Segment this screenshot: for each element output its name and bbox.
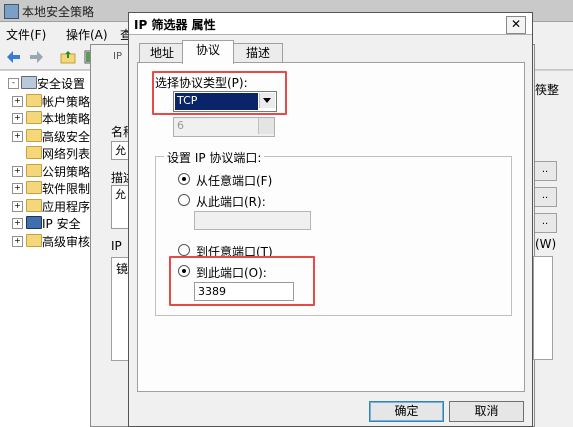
cancel-button[interactable]: 取消 xyxy=(449,401,524,422)
port-settings-group: 设置 IP 协议端口: 从任意端口(F) 从此端口(R): 到任意端口(T) 到… xyxy=(155,149,512,316)
folder-icon xyxy=(26,128,42,142)
ip-filter-properties-dialog: IP 筛选器 属性 ✕ 地址 协议 描述 选择协议类型(P): TCP 6 设置… xyxy=(128,12,533,427)
tree-item-label: 帐户策略 xyxy=(42,94,91,109)
tab-address[interactable]: 地址 xyxy=(139,43,185,63)
up-folder-icon[interactable] xyxy=(60,49,76,65)
expand-icon[interactable]: + xyxy=(12,165,23,177)
stepper-down-icon[interactable] xyxy=(259,126,274,134)
highlight-protocol-type xyxy=(152,71,287,115)
mmc-title: 本地安全策略 xyxy=(22,5,95,19)
tree-item-label: 网络列表 xyxy=(42,147,91,161)
menu-action[interactable]: 操作(A) xyxy=(66,26,108,43)
folder-icon xyxy=(26,198,42,212)
folder-icon xyxy=(26,93,42,107)
folder-icon xyxy=(21,76,37,89)
from-any-port-label: 从任意端口(F) xyxy=(196,174,273,188)
tree-item-label: 软件限制 xyxy=(42,182,91,196)
folder-icon xyxy=(26,111,42,124)
folder-icon xyxy=(26,146,42,159)
folder-icon xyxy=(26,181,42,194)
policy-app-icon xyxy=(4,4,19,19)
from-port-input[interactable] xyxy=(194,211,311,230)
forward-arrow-icon[interactable] xyxy=(28,49,44,65)
tab-description[interactable]: 描述 xyxy=(233,43,283,63)
right-button-2[interactable]: .. xyxy=(533,187,557,207)
expand-icon[interactable]: + xyxy=(12,130,23,142)
highlight-destination-port xyxy=(169,256,315,306)
back-arrow-icon[interactable] xyxy=(6,49,22,65)
radio-from-any-port[interactable] xyxy=(178,173,190,185)
expand-icon[interactable]: + xyxy=(12,200,23,212)
dialog-title-bar: IP 筛选器 属性 ✕ xyxy=(129,13,532,35)
right-heading-fragment: 筷整 xyxy=(535,83,560,97)
dialog-title: IP 筛选器 属性 xyxy=(134,18,216,32)
protocol-panel: 选择协议类型(P): TCP 6 设置 IP 协议端口: 从任意端口(F) 从此… xyxy=(137,62,525,392)
tree-item-label: IP 安全 xyxy=(42,217,81,231)
ip-list-label: IP xyxy=(111,239,122,253)
expand-icon[interactable]: + xyxy=(12,95,23,107)
folder-icon xyxy=(26,233,42,247)
expand-icon[interactable]: + xyxy=(12,235,23,247)
stepper-up-icon[interactable] xyxy=(259,118,274,126)
right-button-3[interactable]: .. xyxy=(533,213,557,233)
from-this-port-label: 从此端口(R): xyxy=(196,195,266,209)
tree-item-label: 本地策略 xyxy=(42,112,91,126)
right-button-1[interactable]: .. xyxy=(533,161,557,181)
expand-icon[interactable]: + xyxy=(12,183,23,194)
tab-protocol[interactable]: 协议 xyxy=(182,40,234,64)
tree-item-label: 高级安全 xyxy=(42,129,91,144)
tree-item-label: 应用程序 xyxy=(42,199,91,214)
tab-strip: 地址 协议 描述 xyxy=(137,40,527,64)
radio-to-any-port[interactable] xyxy=(178,244,190,256)
tree-item-label: 安全设置 xyxy=(37,77,86,91)
port-group-label: 设置 IP 协议端口: xyxy=(164,149,265,166)
collapse-icon[interactable]: - xyxy=(8,78,19,89)
expand-icon[interactable]: + xyxy=(12,113,23,124)
menu-file[interactable]: 文件(F) xyxy=(6,26,46,43)
radio-from-this-port[interactable] xyxy=(178,194,190,206)
close-icon[interactable]: ✕ xyxy=(506,16,526,34)
right-strip: 筷整 .. .. .. (W) xyxy=(533,71,573,427)
tree-item-label: 公钥策略 xyxy=(42,164,91,179)
folder-icon xyxy=(26,163,42,177)
list-header-fragment: 镜 xyxy=(116,262,129,276)
protocol-number-stepper[interactable]: 6 xyxy=(173,117,275,137)
right-w-label: (W) xyxy=(535,237,557,251)
ok-button[interactable]: 确定 xyxy=(369,401,444,422)
ip-filter-list-right[interactable] xyxy=(533,256,553,360)
tree-pane: - 安全设置 + 帐户策略 + 本地策略 + 高级安全网络列表 + 公钥策略 + 软件限制 + 应用程序 +… xyxy=(0,71,96,427)
protocol-number-value: 6 xyxy=(177,119,184,132)
stepper-buttons[interactable] xyxy=(258,118,274,134)
expand-icon[interactable]: + xyxy=(12,218,23,229)
tree-item-label: 高级审核 xyxy=(42,234,91,249)
folder-icon xyxy=(26,216,42,229)
